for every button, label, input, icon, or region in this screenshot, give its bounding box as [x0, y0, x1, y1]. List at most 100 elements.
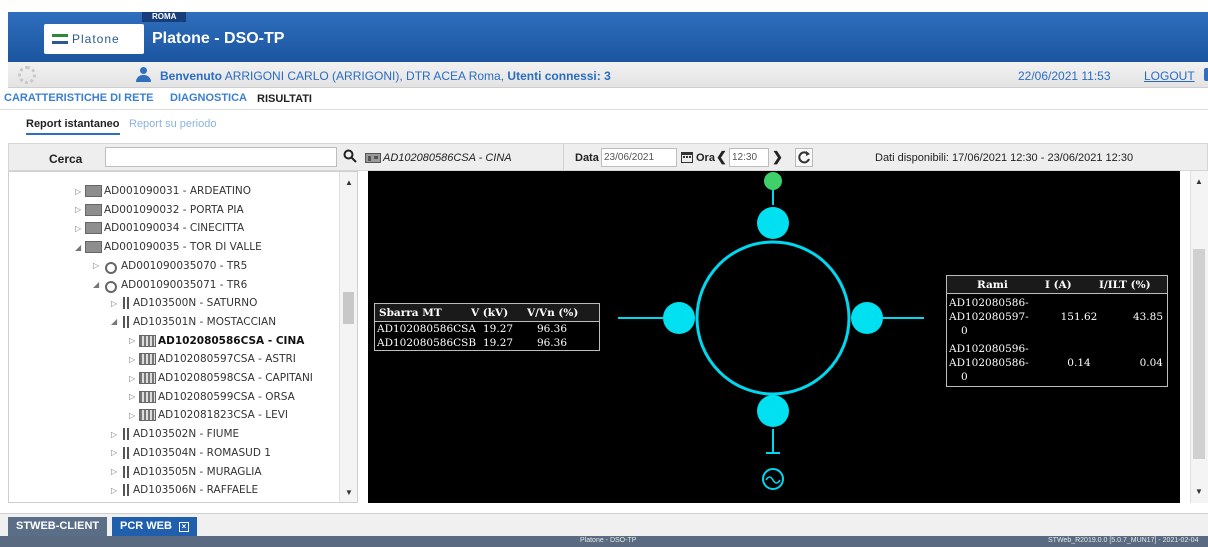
generator-icon[interactable]	[762, 468, 784, 490]
app-title: Platone - DSO-TP	[152, 30, 285, 47]
scroll-up-icon[interactable]: ▲	[1195, 177, 1203, 186]
logout-link[interactable]: LOGOUT	[1144, 69, 1195, 83]
maximize-icon[interactable]	[1204, 68, 1208, 81]
collapse-arrow-icon[interactable]: ◢	[75, 243, 85, 252]
tree-item-label: AD103500N - SATURNO	[133, 297, 258, 310]
tree-scroll-thumb[interactable]	[343, 292, 354, 324]
tab-diagnostica[interactable]: DIAGNOSTICA	[170, 92, 247, 104]
line-icon	[121, 484, 131, 497]
expand-arrow-icon[interactable]: ▷	[111, 299, 121, 308]
tree-item-label: AD001090032 - PORTA PIA	[104, 203, 244, 216]
user-icon	[136, 67, 151, 82]
time-label: Ora	[696, 152, 715, 164]
tree-item[interactable]: ▷ AD001090034 - CINECITTA	[75, 219, 244, 237]
line-icon	[121, 315, 131, 328]
expand-arrow-icon[interactable]: ▷	[111, 448, 121, 457]
expand-arrow-icon[interactable]: ▷	[129, 411, 139, 420]
tree-item[interactable]: ◢ AD001090035071 - TR6	[93, 276, 247, 294]
expand-arrow-icon[interactable]: ▷	[129, 392, 139, 401]
branch-name-line: AD102080586-	[949, 297, 1029, 309]
busbar-table-header: Sbarra MT V (kV) V/Vn (%)	[375, 304, 599, 322]
cabin-icon	[85, 203, 102, 216]
tree-item-label: AD103504N - ROMASUD 1	[133, 446, 271, 459]
line-icon	[121, 297, 131, 310]
scroll-down-icon[interactable]: ▼	[1195, 487, 1203, 496]
expand-arrow-icon[interactable]: ▷	[129, 374, 139, 383]
tab-report-istantaneo[interactable]: Report istantaneo	[26, 118, 120, 135]
tree-scrollbar[interactable]: ▲ ▼	[339, 172, 357, 502]
date-field[interactable]: 23/06/2021	[601, 148, 677, 167]
tree-item-label: AD102080597CSA - ASTRI	[158, 353, 296, 366]
node-bottom[interactable]	[757, 395, 789, 427]
cabin-icon	[85, 185, 102, 197]
search-icon[interactable]	[343, 149, 357, 163]
time-field[interactable]: 12:30	[729, 148, 769, 167]
busbar-voltage-pct: 96.36	[536, 323, 567, 335]
tab-stweb-client[interactable]: STWEB-CLIENT	[8, 517, 108, 536]
logo-text: Platone	[72, 32, 120, 46]
substation-icon	[139, 372, 156, 384]
current-datetime: 22/06/2021 11:53	[1018, 69, 1111, 83]
substation-icon	[139, 409, 156, 422]
node-right[interactable]	[851, 302, 883, 334]
date-label: Data	[575, 152, 599, 164]
tree-item[interactable]: ◢ AD001090035 - TOR DI VALLE	[75, 238, 262, 256]
transformer-icon	[103, 260, 119, 274]
expand-arrow-icon[interactable]: ▷	[111, 467, 121, 476]
chevron-left-icon[interactable]: ❮	[716, 149, 728, 165]
tree-item[interactable]: ▷ AD103506N - RAFFAELE	[111, 481, 258, 499]
expand-arrow-icon[interactable]: ▷	[129, 355, 139, 364]
tab-report-su-periodo[interactable]: Report su periodo	[129, 118, 216, 130]
expand-arrow-icon[interactable]: ▷	[111, 486, 121, 495]
tree-item[interactable]: ▷ AD001090032 - PORTA PIA	[75, 201, 244, 219]
tab-caratteristiche-di-rete[interactable]: CARATTERISTICHE DI RETE	[4, 92, 154, 104]
tree-item[interactable]: ▷ AD102080598CSA - CAPITANI	[129, 369, 313, 387]
node-left[interactable]	[663, 302, 695, 334]
tree-item[interactable]: ◢ AD103501N - MOSTACCIAN	[111, 313, 276, 331]
expand-arrow-icon[interactable]: ▷	[93, 261, 103, 270]
tree-item[interactable]: ▷ AD001090035070 - TR5	[93, 257, 247, 275]
table-row: AD102080586- AD102080597- 0 151.62 43.85	[947, 294, 1167, 340]
scroll-up-icon[interactable]: ▲	[345, 178, 353, 187]
expand-arrow-icon[interactable]: ▷	[129, 336, 139, 345]
diagram-scroll-thumb[interactable]	[1193, 249, 1205, 459]
branch-table-header: Rami I (A) I/ILT (%)	[947, 276, 1167, 294]
expand-arrow-icon[interactable]: ▷	[75, 187, 85, 196]
busbar-voltage: 19.27	[483, 337, 514, 349]
tree-item[interactable]: ▷ AD102081823CSA - LEVI	[129, 406, 288, 424]
collapse-arrow-icon[interactable]: ◢	[93, 280, 103, 289]
search-input[interactable]	[105, 147, 337, 167]
scroll-down-icon[interactable]: ▼	[345, 488, 353, 497]
report-toolbar: Cerca AD102080586CSA - CINA Data 23/06/2…	[8, 143, 1208, 172]
diagram-scrollbar[interactable]: ▲ ▼	[1190, 171, 1208, 503]
tree-item-label: AD102081823CSA - LEVI	[158, 409, 288, 422]
feeder-top-node[interactable]	[764, 172, 782, 190]
tree-item[interactable]: ▷ AD001090031 - ARDEATINO	[75, 182, 251, 200]
expand-arrow-icon[interactable]: ▷	[75, 224, 85, 233]
close-icon[interactable]: ×	[179, 522, 190, 532]
user-bar: Benvenuto ARRIGONI CARLO (ARRIGONI), DTR…	[8, 62, 1208, 88]
tree-item[interactable]: ▷ AD103505N - MURAGLIA	[111, 463, 262, 481]
tree-item-label: AD001090035 - TOR DI VALLE	[104, 241, 262, 254]
refresh-button[interactable]	[795, 148, 813, 167]
tree-item-selected[interactable]: ▷ AD102080586CSA - CINA	[129, 332, 304, 350]
expand-arrow-icon[interactable]: ▷	[111, 430, 121, 439]
chevron-right-icon[interactable]: ❯	[772, 149, 784, 165]
tab-pcr-web[interactable]: PCR WEB ×	[112, 517, 198, 536]
calendar-icon[interactable]	[681, 151, 693, 163]
expand-arrow-icon[interactable]: ▷	[75, 205, 85, 214]
tree-item[interactable]: ▷ AD102080599CSA - ORSA	[129, 388, 295, 406]
tree-item[interactable]: ▷ AD103500N - SATURNO	[111, 294, 257, 312]
tree-item[interactable]: ▷ AD102080597CSA - ASTRI	[129, 350, 296, 368]
busbar-voltage-pct: 96.36	[536, 337, 567, 349]
tree-item[interactable]: ▷ AD103504N - ROMASUD 1	[111, 444, 271, 462]
table-row: AD102080586CSB 19.27 96.36	[375, 336, 599, 350]
tab-risultati[interactable]: RISULTATI	[255, 92, 314, 106]
tree-item-label: AD001090034 - CINECITTA	[104, 222, 245, 235]
tree-item[interactable]: ▷ AD103502N - FIUME	[111, 425, 239, 443]
substation-icon	[365, 153, 381, 163]
refresh-icon	[798, 151, 810, 164]
node-top[interactable]	[757, 207, 789, 239]
col-busbar: Sbarra MT	[379, 306, 442, 319]
collapse-arrow-icon[interactable]: ◢	[111, 317, 121, 326]
